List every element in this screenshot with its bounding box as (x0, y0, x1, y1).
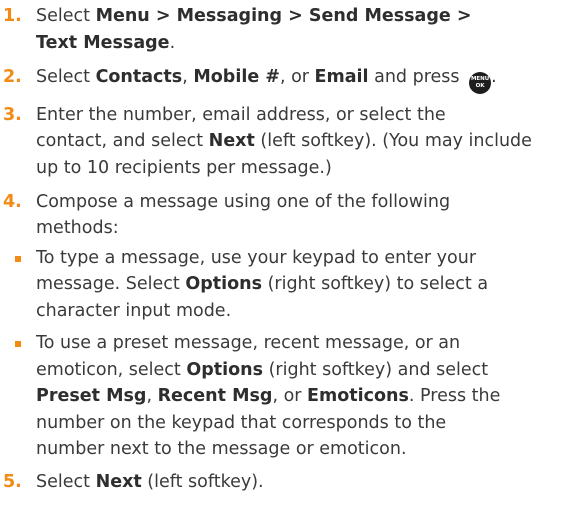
bullet-text: , (146, 386, 158, 406)
step-number: 5. (3, 471, 22, 492)
next-label: Next (95, 471, 142, 492)
step-text: methods: (36, 218, 119, 238)
step-5: 5. Select Next (left softkey). (0, 469, 583, 496)
instruction-list: 1. Select Menu > Messaging > Send Messag… (0, 0, 583, 495)
bullet-text: To type a message, use your keypad to en… (36, 247, 477, 268)
step-text: Enter the number, email address, or sele… (36, 104, 446, 125)
option-mobile: Mobile # (193, 66, 280, 87)
step-text: . (491, 66, 497, 87)
bullet-text: , or (272, 386, 308, 406)
bullet-text: number on the keypad that corresponds to… (36, 412, 447, 433)
bullet-text: . Press the (408, 386, 501, 406)
menu-ok-button-icon: MENU OK (469, 72, 492, 94)
step-text: , (182, 66, 194, 87)
bullet-text: emoticon, select (36, 359, 187, 380)
step-text: . (169, 32, 176, 53)
step-number: 3. (3, 104, 22, 125)
step-text: and press (368, 66, 466, 87)
bullet-text: character input mode. (36, 300, 232, 321)
bullet-text: (right softkey) and select (263, 359, 489, 380)
menu-path-end: Text Message (36, 32, 170, 53)
list-item: To type a message, use your keypad to en… (0, 245, 583, 325)
step-3: 3. Enter the number, email address, or s… (0, 102, 583, 182)
step-number: 4. (3, 191, 22, 212)
options-label: Options (185, 274, 262, 294)
option-contacts: Contacts (95, 66, 183, 87)
options-label: Options (186, 359, 264, 380)
method-list: To type a message, use your keypad to en… (0, 245, 583, 463)
bullet-square-icon (15, 255, 21, 262)
step-number: 1. (3, 6, 22, 26)
step-text: , or (279, 66, 315, 87)
bullet-text: To use a preset message, recent message,… (36, 333, 461, 353)
step-text: Select (36, 6, 96, 26)
list-item: To use a preset message, recent message,… (0, 330, 583, 463)
bullet-text: number next to the message or emoticon. (36, 439, 407, 459)
step-text: (left softkey). (141, 471, 264, 492)
bullet-text: message. Select (36, 274, 186, 294)
recent-msg-label: Recent Msg (157, 386, 273, 406)
option-email: Email (314, 66, 369, 87)
step-2: 2. Select Contacts, Mobile #, or Email a… (0, 64, 583, 94)
step-text: up to 10 recipients per message.) (36, 157, 332, 178)
next-label: Next (208, 131, 255, 151)
bullet-square-icon (15, 341, 21, 347)
step-4: 4. Compose a message using one of the fo… (0, 189, 583, 242)
step-number: 2. (3, 66, 22, 87)
emoticons-label: Emoticons (307, 386, 409, 406)
step-text: Select (36, 471, 96, 492)
preset-msg-label: Preset Msg (36, 386, 147, 406)
step-1: 1. Select Menu > Messaging > Send Messag… (0, 3, 583, 56)
step-text: (left softkey). (You may include (254, 131, 532, 151)
step-text: Select (36, 66, 96, 87)
step-text: contact, and select (36, 131, 209, 151)
menu-path: Menu > Messaging > Send Message > (95, 6, 472, 26)
step-text: Compose a message using one of the follo… (36, 191, 451, 212)
bullet-text: (right softkey) to select a (262, 274, 489, 294)
